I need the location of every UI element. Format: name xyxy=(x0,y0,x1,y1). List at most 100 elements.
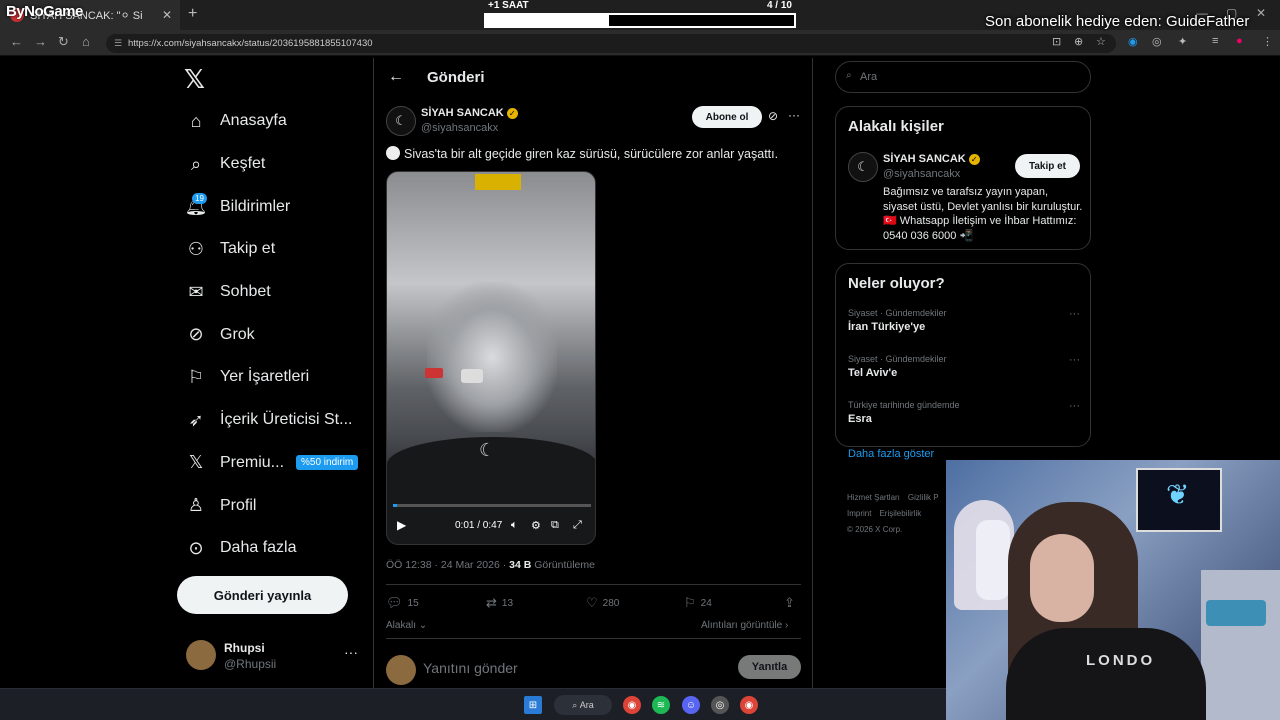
trend-item[interactable]: Türkiye tarihinde gündemde Esra ··· xyxy=(848,400,1080,425)
nav-item[interactable]: ➶ İçerik Üreticisi St... xyxy=(184,399,374,442)
person-handle[interactable]: @siyahsancakx xyxy=(883,168,960,180)
trend-context: Siyaset · Gündemdekiler xyxy=(848,354,947,364)
taskbar-search[interactable]: ⌕ Ara xyxy=(554,695,612,715)
site-info-icon[interactable]: ☰ xyxy=(114,38,122,49)
footer-link[interactable]: Imprint xyxy=(847,506,871,522)
close-tab-icon[interactable]: ✕ xyxy=(162,8,172,22)
show-more-link[interactable]: Daha fazla göster xyxy=(848,448,934,460)
more-dots-icon[interactable]: ··· xyxy=(1069,308,1080,320)
heart-icon: ♡ xyxy=(586,595,598,610)
footer-link[interactable]: © 2026 X Corp. xyxy=(847,522,902,538)
video-controls: ▶ 0:01 / 0:47 🔈︎ ⚙ ⧉ ⤢ xyxy=(387,516,595,538)
reply-input[interactable]: Yanıtını gönder xyxy=(423,660,518,676)
share-action[interactable]: ⇪ xyxy=(784,595,800,611)
trend-context: Siyaset · Gündemdekiler xyxy=(848,308,947,318)
star-icon[interactable]: ☆ xyxy=(1096,35,1106,48)
reload-icon[interactable]: ↻ xyxy=(58,34,69,50)
install-icon[interactable]: ⊡ xyxy=(1052,35,1061,48)
footer-link[interactable]: Gizlilik P xyxy=(908,490,939,506)
trend-item[interactable]: Siyaset · Gündemdekiler İran Türkiye'ye ··… xyxy=(848,308,1080,333)
video-sign xyxy=(475,174,521,190)
nav-item[interactable]: ⌕ Keşfet xyxy=(184,143,374,186)
menu-dots-icon[interactable]: ⋮ xyxy=(1262,35,1273,48)
back-arrow-icon[interactable]: ← xyxy=(388,68,404,86)
zoom-icon[interactable]: ⊕ xyxy=(1074,35,1083,48)
plus-icon[interactable]: + xyxy=(188,5,197,23)
sidebar-icon[interactable]: ≡ xyxy=(1212,35,1218,47)
bookmark-action[interactable]: ⚐ 24 xyxy=(684,595,712,611)
more-dots-icon[interactable]: ··· xyxy=(1069,354,1080,366)
pip-icon[interactable]: ⧉ xyxy=(551,519,559,532)
account-switcher[interactable]: Rhupsi @Rhupsii ··· xyxy=(186,640,361,672)
play-icon[interactable]: ▶ xyxy=(397,518,406,532)
nav-item-label: Premiu... xyxy=(220,453,285,471)
view-quotes-link[interactable]: Alıntıları görüntüle › xyxy=(701,620,788,631)
nav-item-label: Takip et xyxy=(220,240,276,258)
person-name[interactable]: SİYAH SANCAK ✓ xyxy=(883,153,980,165)
chevron-right-icon: › xyxy=(782,620,789,631)
back-icon[interactable]: ← xyxy=(10,34,23,49)
card-title: Neler oluyor? xyxy=(848,275,945,292)
nav-item-label: Keşfet xyxy=(220,155,266,173)
x-logo-icon[interactable]: 𝕏 xyxy=(184,64,205,95)
author-name[interactable]: SİYAH SANCAK ✓ xyxy=(421,107,518,119)
more-dots-icon[interactable]: ··· xyxy=(788,108,800,122)
footer-link[interactable]: Hizmet Şartları xyxy=(847,490,900,506)
nav-item[interactable]: ⌂ Anasayfa xyxy=(184,100,374,143)
discord-icon[interactable]: ☺ xyxy=(682,696,700,714)
settings-icon[interactable]: ⚙ xyxy=(531,519,541,532)
nav-item[interactable]: 🔔︎ 19 Bildirimler xyxy=(184,185,374,228)
nav-item[interactable]: ⚐ Yer İşaretleri xyxy=(184,356,374,399)
streamer-body xyxy=(1006,628,1206,720)
chrome-icon[interactable]: ◉ xyxy=(740,696,758,714)
like-action[interactable]: ♡ 280 xyxy=(586,595,619,611)
extension-icon[interactable]: ◎ xyxy=(1152,35,1162,48)
trend-item[interactable]: Siyaset · Gündemdekiler Tel Aviv'e ··· xyxy=(848,354,1080,379)
obs-icon[interactable]: ◎ xyxy=(711,696,729,714)
video-player[interactable]: ☾ ▶ 0:01 / 0:47 🔈︎ ⚙ ⧉ ⤢ xyxy=(386,171,596,545)
nav-item[interactable]: ⚇ Takip et xyxy=(184,228,374,271)
url-field[interactable]: ☰ https://x.com/siyahsancakx/status/2036… xyxy=(106,34,1116,53)
video-progress-bar[interactable] xyxy=(393,504,591,507)
nav-item[interactable]: 𝕏 Premiu... %50 indirim xyxy=(184,442,374,485)
puzzle-icon[interactable]: ✦ xyxy=(1178,35,1187,48)
grok-icon[interactable]: ⊘ xyxy=(768,109,778,123)
window-close-icon[interactable]: ✕ xyxy=(1256,6,1266,20)
reply-action[interactable]: 💬︎ 15 xyxy=(386,595,419,611)
home-browser-icon[interactable]: ⌂ xyxy=(82,34,90,49)
follow-button[interactable]: Takip et xyxy=(1015,154,1080,178)
chrome-icon[interactable]: ◉ xyxy=(623,696,641,714)
divider xyxy=(386,638,801,639)
more-dots-icon[interactable]: ··· xyxy=(1069,400,1080,412)
author-handle[interactable]: @siyahsancakx xyxy=(421,122,498,134)
nav-item[interactable]: ⊘ Grok xyxy=(184,313,374,356)
trend-title: İran Türkiye'ye xyxy=(848,321,926,333)
nav-item[interactable]: ✉ Sohbet xyxy=(184,271,374,314)
more-dots-icon[interactable]: ··· xyxy=(344,644,358,660)
butterfly-icon: ❦ xyxy=(1166,479,1190,510)
notification-badge: 19 xyxy=(192,193,207,205)
reply-button[interactable]: Yanıtla xyxy=(738,655,801,679)
repost-action[interactable]: ⇄ 13 xyxy=(486,595,513,611)
search-input[interactable]: ⌕ Ara xyxy=(835,61,1091,93)
verified-badge-icon: ✓ xyxy=(968,153,980,165)
profile-icon[interactable]: ● xyxy=(1236,35,1243,47)
subscribe-button[interactable]: Abone ol xyxy=(692,106,762,128)
volume-icon[interactable]: 🔈︎ xyxy=(511,519,518,532)
relevant-sort[interactable]: Alakalı ⌄ xyxy=(386,620,427,631)
extension-icon[interactable]: ◉ xyxy=(1128,35,1138,48)
footer-link[interactable]: Erişilebilirlik xyxy=(879,506,921,522)
forward-icon[interactable]: → xyxy=(34,34,47,49)
repost-icon: ⇄ xyxy=(486,595,497,610)
nav-item[interactable]: ♙ Profil xyxy=(184,484,374,527)
post-button[interactable]: Gönderi yayınla xyxy=(177,576,348,614)
nav-item[interactable]: ⊙ Daha fazla xyxy=(184,527,374,570)
nav-item-label: Sohbet xyxy=(220,283,271,301)
author-avatar[interactable]: ☾ xyxy=(386,106,416,136)
spotify-icon[interactable]: ≋ xyxy=(652,696,670,714)
windows-start-icon[interactable]: ⊞ xyxy=(524,696,542,714)
person-avatar[interactable]: ☾ xyxy=(848,152,878,182)
person-bio: Bağımsız ve tarafsız yayın yapan, siyase… xyxy=(883,186,1083,242)
reply-count: 15 xyxy=(407,597,419,609)
fullscreen-icon[interactable]: ⤢ xyxy=(573,519,582,532)
